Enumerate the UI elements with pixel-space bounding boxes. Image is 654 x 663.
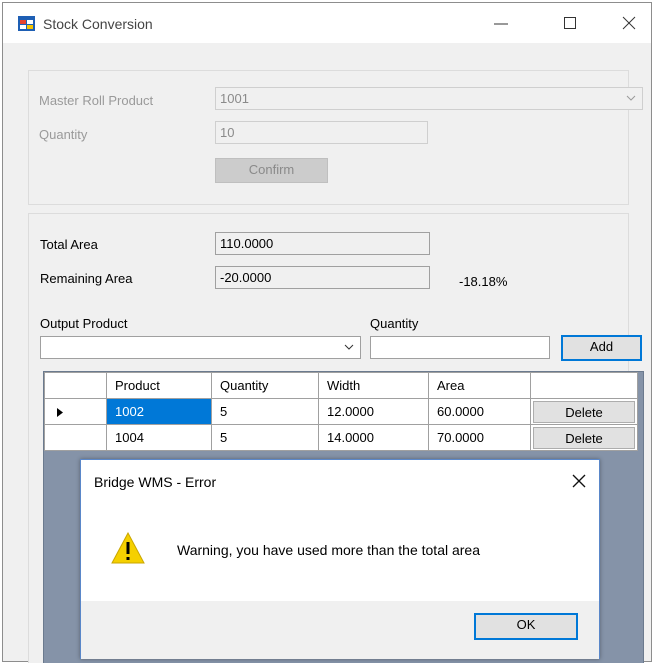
chevron-down-icon	[344, 344, 354, 350]
row-selector[interactable]	[44, 424, 107, 451]
add-button[interactable]: Add	[561, 335, 642, 361]
cell-width[interactable]: 14.0000	[318, 424, 429, 451]
ok-button[interactable]: OK	[474, 613, 578, 640]
error-dialog: Bridge WMS - Error Warning, you have use…	[80, 459, 600, 659]
output-product-label: Output Product	[40, 316, 128, 331]
minimize-icon[interactable]	[486, 8, 516, 38]
master-quantity-label: Quantity	[39, 127, 88, 142]
remaining-area-value: -20.0000	[220, 270, 272, 285]
remaining-area-label: Remaining Area	[40, 271, 133, 286]
maximize-icon[interactable]	[555, 8, 585, 38]
cell-area[interactable]: 70.0000	[428, 424, 531, 451]
total-area-value: 110.0000	[220, 236, 274, 251]
dialog-footer: OK	[81, 601, 599, 659]
cell-quantity[interactable]: 5	[211, 398, 319, 425]
cell-action: Delete	[530, 398, 638, 425]
master-quantity-value: 10	[220, 125, 235, 140]
chevron-down-icon	[626, 95, 636, 101]
table-header-row: Product Quantity Width Area	[44, 372, 638, 399]
column-header-product[interactable]: Product	[106, 372, 212, 399]
row-header-corner	[44, 372, 107, 399]
master-roll-product-label: Master Roll Product	[39, 93, 154, 108]
total-area-field: 110.0000	[215, 232, 430, 255]
app-icon	[18, 16, 35, 31]
cell-product[interactable]: 1002	[106, 398, 212, 425]
master-quantity-field[interactable]: 10	[215, 121, 428, 144]
dialog-message: Warning, you have used more than the tot…	[177, 542, 480, 558]
cell-width[interactable]: 12.0000	[318, 398, 429, 425]
output-table: Product Quantity Width Area 1002 5 12.00…	[44, 372, 638, 451]
remaining-area-field: -20.0000	[215, 266, 430, 289]
total-area-label: Total Area	[40, 237, 98, 252]
table-row[interactable]: 1004 5 14.0000 70.0000 Delete	[44, 424, 638, 451]
column-header-area[interactable]: Area	[428, 372, 531, 399]
dialog-title: Bridge WMS - Error	[94, 474, 217, 490]
close-icon[interactable]	[568, 470, 590, 492]
row-selector[interactable]	[44, 398, 107, 425]
window-title: Stock Conversion	[43, 16, 153, 32]
output-quantity-label: Quantity	[370, 316, 419, 331]
output-quantity-field[interactable]	[370, 336, 550, 359]
close-icon[interactable]	[614, 8, 644, 38]
delete-button[interactable]: Delete	[533, 426, 635, 449]
master-roll-product-value: 1001	[220, 91, 249, 106]
delete-button[interactable]: Delete	[533, 400, 635, 423]
column-header-width[interactable]: Width	[318, 372, 429, 399]
confirm-button[interactable]: Confirm	[215, 158, 328, 183]
current-row-arrow-icon	[57, 408, 63, 417]
cell-product[interactable]: 1004	[106, 424, 212, 451]
cell-action: Delete	[530, 424, 638, 451]
cell-quantity[interactable]: 5	[211, 424, 319, 451]
title-bar: Stock Conversion	[3, 3, 651, 43]
master-roll-product-combo[interactable]: 1001	[215, 87, 643, 110]
column-header-quantity[interactable]: Quantity	[211, 372, 319, 399]
remaining-percent-text: -18.18%	[459, 274, 508, 289]
warning-icon	[111, 532, 145, 564]
column-header-action	[530, 372, 638, 399]
cell-area[interactable]: 60.0000	[428, 398, 531, 425]
output-product-combo[interactable]	[40, 336, 361, 359]
table-row[interactable]: 1002 5 12.0000 60.0000 Delete	[44, 398, 638, 425]
